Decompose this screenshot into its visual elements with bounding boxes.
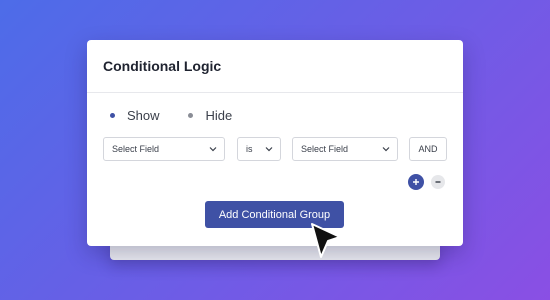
hide-radio-label: Hide bbox=[205, 108, 233, 123]
panel-title: Conditional Logic bbox=[103, 58, 222, 74]
plus-icon bbox=[413, 179, 419, 185]
chevron-down-icon bbox=[382, 147, 390, 152]
minus-icon bbox=[435, 181, 441, 183]
operator-select[interactable]: is bbox=[237, 137, 281, 161]
conditional-logic-panel: Conditional Logic Show Hide Select Field… bbox=[87, 40, 463, 246]
radio-checked-icon bbox=[105, 109, 119, 123]
operator-select-value: is bbox=[246, 144, 253, 154]
show-radio-label: Show bbox=[127, 108, 160, 123]
value-select-value: Select Field bbox=[301, 144, 349, 154]
add-rule-button[interactable] bbox=[408, 174, 424, 190]
mouse-pointer-icon bbox=[311, 223, 341, 258]
radio-unchecked-icon bbox=[184, 109, 198, 123]
and-button[interactable]: AND bbox=[409, 137, 447, 161]
chevron-down-icon bbox=[265, 147, 273, 152]
field-select[interactable]: Select Field bbox=[103, 137, 225, 161]
hide-radio[interactable]: Hide bbox=[184, 108, 233, 123]
show-radio[interactable]: Show bbox=[105, 108, 160, 123]
field-select-value: Select Field bbox=[112, 144, 160, 154]
panel-header: Conditional Logic bbox=[87, 40, 463, 93]
visibility-radio-group: Show Hide bbox=[105, 108, 256, 123]
value-select[interactable]: Select Field bbox=[292, 137, 398, 161]
remove-rule-button[interactable] bbox=[431, 175, 445, 189]
chevron-down-icon bbox=[209, 147, 217, 152]
